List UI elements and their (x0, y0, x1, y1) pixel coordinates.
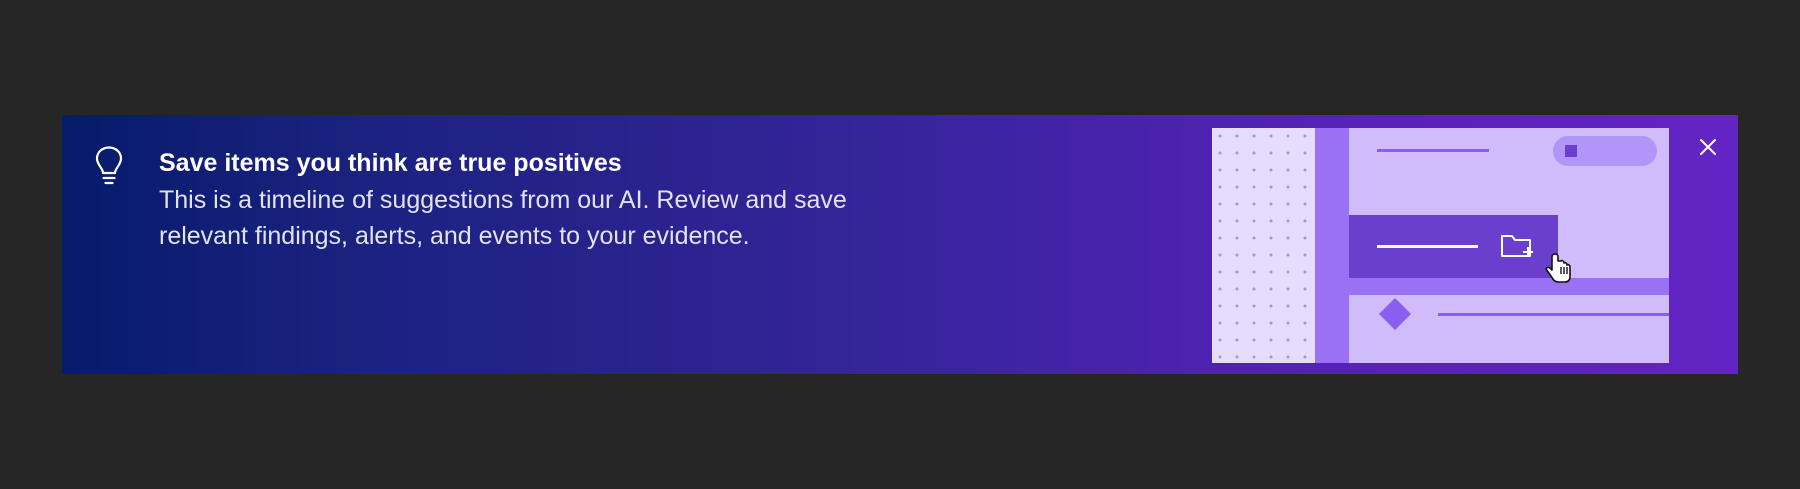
notification-banner: Save items you think are true positives … (62, 115, 1738, 374)
notification-body: This is a timeline of suggestions from o… (159, 182, 959, 254)
lightbulb-icon (92, 146, 126, 186)
notification-illustration (1212, 128, 1669, 363)
notification-body-line-1: This is a timeline of suggestions from o… (159, 186, 847, 214)
notification-body-line-2: relevant findings, alerts, and events to… (159, 222, 750, 250)
notification-text: Save items you think are true positives … (159, 146, 959, 254)
notification-title: Save items you think are true positives (159, 149, 622, 177)
close-icon[interactable] (1696, 135, 1720, 159)
